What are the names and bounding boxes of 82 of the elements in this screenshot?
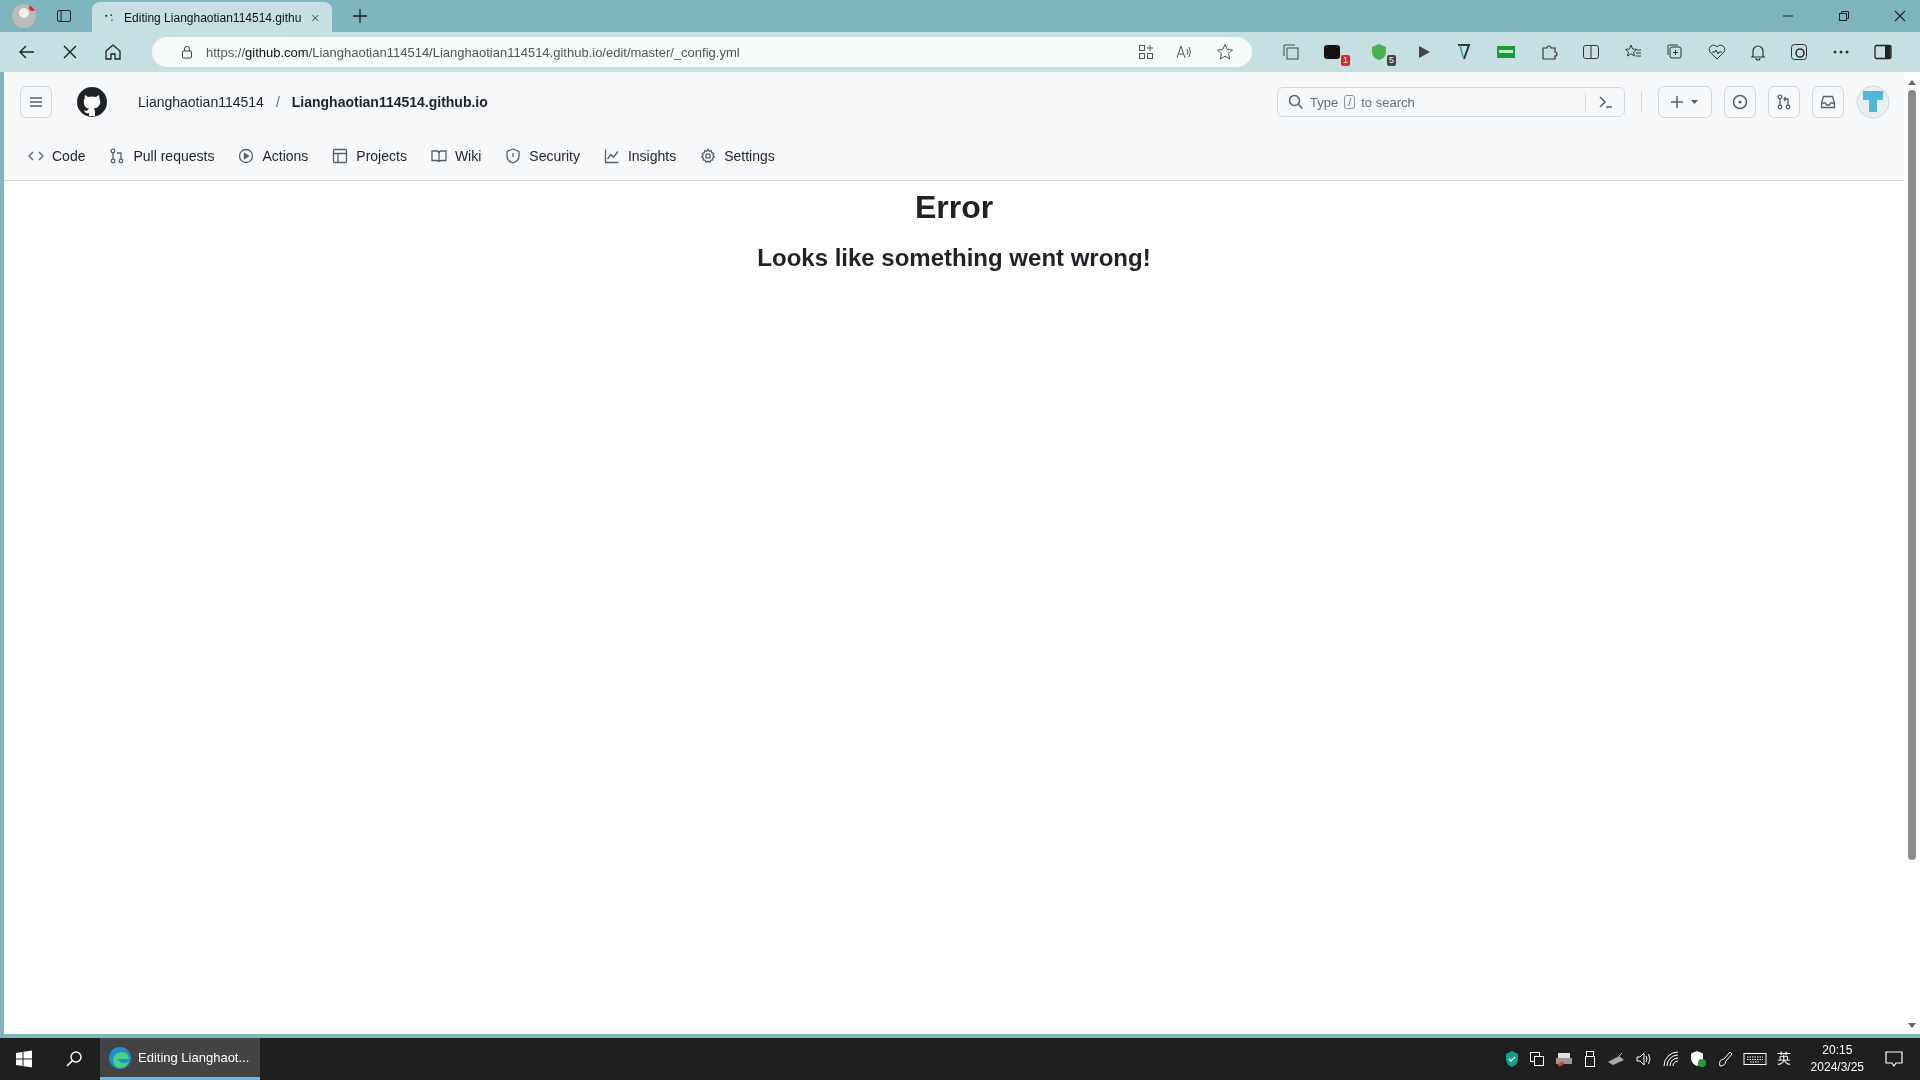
book-icon [430,148,447,164]
extension-icon[interactable] [1456,43,1472,61]
bell-icon[interactable] [1750,43,1766,61]
repo-nav-tab[interactable]: Security [497,148,588,164]
defender-shield-icon[interactable] [1688,1050,1707,1068]
repo-nav-tab[interactable]: Projects [324,148,415,164]
scroll-up-icon[interactable] [1907,78,1917,86]
menu-icon [28,94,44,110]
repo-nav-tab[interactable]: Wiki [422,148,490,164]
taskbar-app-button[interactable]: Editing Lianghaot... [100,1038,260,1080]
read-aloud-icon[interactable] [1176,44,1194,60]
windows-copy-icon[interactable] [1528,1051,1545,1067]
error-title: Error [913,189,995,226]
profile-avatar-icon[interactable] [12,4,36,28]
address-bar[interactable]: https://github.com/Lianghaotian114514/Lianghaotian114514.github.io/edit/master/_config.yml [152,37,1252,67]
repo-nav-tab[interactable]: Pull requests [101,148,223,164]
issues-button[interactable] [1724,86,1756,118]
plus-caret-icon [1670,94,1700,110]
tab-actions-icon[interactable] [56,8,72,24]
command-palette-icon[interactable] [1598,94,1614,110]
table-icon [332,148,349,164]
security-shield-icon[interactable] [1504,1051,1519,1067]
pen-icon[interactable] [1716,1050,1733,1068]
close-icon[interactable] [1894,10,1906,22]
pull-request-icon [109,148,126,164]
repo-name-link[interactable]: Lianghaotian114514.github.io [291,94,488,110]
gear-icon [700,148,717,164]
menu-button[interactable] [20,86,52,118]
url-text: https://github.com/Lianghaotian114514/Lianghaotian114514.github.io/edit/master/_config.yml [206,44,740,60]
health-icon[interactable] [1708,43,1726,61]
wifi-icon[interactable] [1662,1051,1679,1067]
pull-requests-button[interactable] [1768,86,1800,118]
favorite-star-icon[interactable] [1216,43,1234,61]
app-add-icon[interactable] [1138,44,1154,60]
scroll-down-icon[interactable] [1907,1022,1917,1030]
play-icon[interactable] [1416,44,1432,60]
repo-nav-tab[interactable]: Actions [230,148,317,164]
usb-drive-icon[interactable] [1582,1050,1597,1068]
stop-icon[interactable] [62,44,78,60]
extension-badge: 1 [1341,55,1350,66]
graph-icon [603,148,620,164]
inbox-icon [1820,94,1836,110]
error-message: Looks like something went wrong! [756,244,1152,272]
collections-add-icon[interactable] [1666,43,1684,61]
sidebar-icon[interactable] [1874,44,1892,60]
browser-tab[interactable]: Editing Lianghaotian114514.githu [92,2,332,34]
browser-essentials-icon[interactable] [1790,43,1808,61]
notification-icon[interactable] [1884,1050,1904,1068]
home-icon[interactable] [104,43,122,61]
pull-request-icon [1776,94,1792,110]
search-icon[interactable] [65,1050,83,1068]
speaker-icon[interactable] [1634,1051,1653,1067]
path-separator: / [275,94,280,110]
split-screen-icon[interactable] [1582,44,1600,60]
clock-date[interactable]: 2024/3/25 [1810,1059,1864,1076]
issue-icon [1732,94,1748,110]
search-icon [1288,94,1304,110]
repo-nav-tab[interactable]: Insights [595,148,685,164]
repo-nav-tab[interactable]: Code [20,148,94,164]
close-tab-icon[interactable] [311,12,320,24]
new-tab-icon[interactable] [352,8,368,24]
extension-badge: 5 [1387,55,1396,66]
tab-title: Editing Lianghaotian114514.githu [124,11,302,25]
shield-icon [505,148,522,164]
repo-owner-link[interactable]: Lianghaotian114514 [138,94,264,110]
start-icon[interactable] [15,1050,33,1068]
lock-icon [180,45,194,59]
inbox-button[interactable] [1812,86,1844,118]
octocat-logo-icon[interactable] [76,86,108,118]
printer-icon[interactable] [1554,1051,1573,1067]
browser-logo-icon [108,1045,132,1070]
puzzle-icon[interactable] [1540,43,1558,61]
restore-icon[interactable] [1838,10,1850,22]
play-icon [238,148,255,164]
more-icon[interactable] [1832,49,1850,55]
search-field[interactable]: Type / to search [1277,87,1625,117]
input-method-indicator[interactable]: 英 [1776,1050,1791,1068]
keyboard-icon[interactable] [1742,1051,1767,1067]
back-icon[interactable] [18,43,36,61]
clock-time[interactable]: 20:15 [1822,1042,1853,1059]
repo-nav-tab[interactable]: Settings [692,148,783,164]
create-new-button[interactable] [1658,86,1712,118]
